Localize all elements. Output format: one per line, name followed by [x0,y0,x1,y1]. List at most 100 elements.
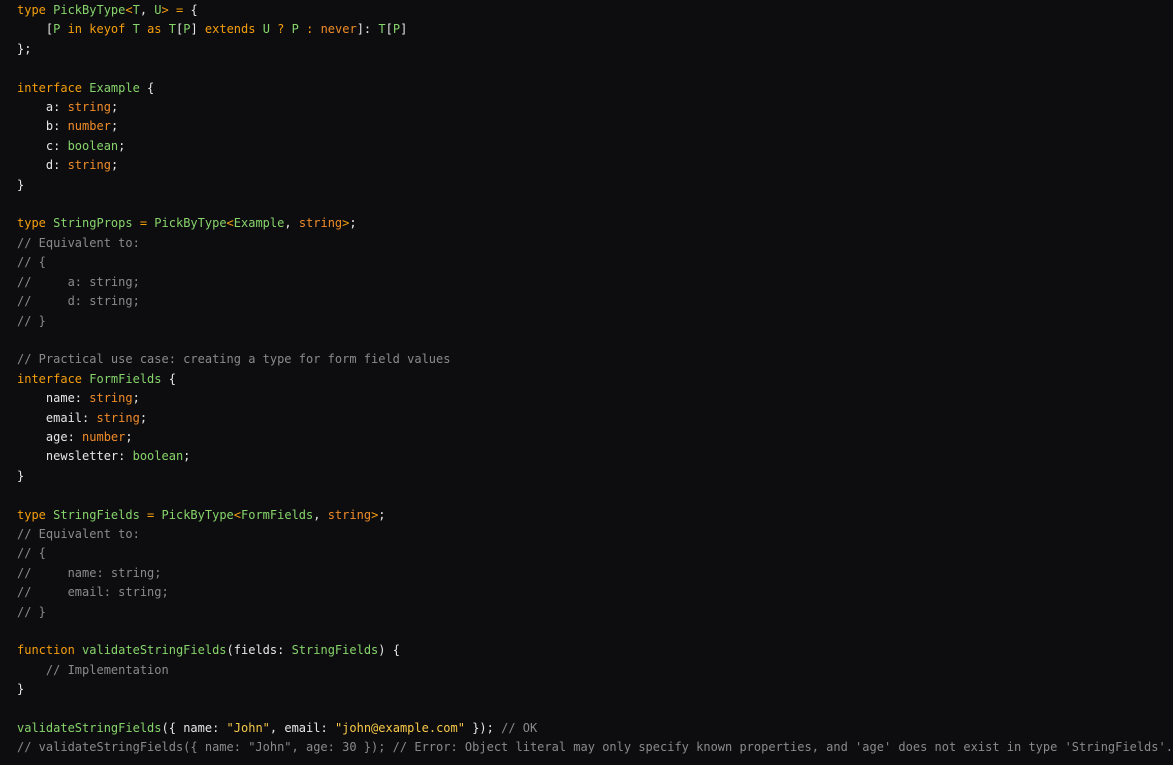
code-token: : [277,643,292,658]
code-token: { [139,80,155,95]
code-token: name: [17,391,90,406]
code-token: // name: string; [17,565,162,580]
code-token: } [17,177,25,192]
code-token: { [190,3,198,17]
code-token: email [284,721,321,736]
code-token: string [67,158,111,173]
code-token: // } [17,604,46,619]
code-token: // { [17,255,46,270]
code-token: U [262,22,270,37]
code-token: as [139,22,169,37]
code-line: type StringFields = PickByType<FormField… [17,506,1173,525]
code-line: // Practical use case: creating a type f… [17,350,1173,369]
code-token: b: [17,119,68,134]
code-token: PickByType [154,216,227,231]
code-line: } [17,176,1173,195]
code-token: never [320,22,357,37]
code-token: type [17,507,54,522]
code-line: } [17,467,1173,486]
code-token: }); [464,721,502,736]
code-line: // { [17,253,1173,272]
code-line: function validateStringFields(fields: St… [17,641,1173,660]
code-token: ; [132,391,140,406]
code-token: string [67,100,111,115]
code-token: // OK [501,721,538,736]
code-token: ; [118,138,126,153]
code-token: // d: string; [17,294,140,309]
code-token: // Equivalent to: [17,235,140,250]
code-token: boolean [132,449,184,464]
code-token: Example [233,216,285,231]
code-token: > = [161,3,191,17]
code-token: name [183,721,213,736]
code-token: U [154,3,162,17]
code-token: ] [190,22,198,37]
code-token: type [17,216,54,231]
code-token: FormFields [89,371,162,386]
code-token: boolean [67,138,119,153]
code-line: // a: string; [17,273,1173,292]
code-token: string [327,507,372,522]
code-token: number [67,119,111,134]
code-token: StringFields [53,507,140,522]
code-line: age: number; [17,428,1173,447]
code-token: , [284,216,299,231]
code-token: : [320,721,335,736]
code-token: // Equivalent to: [17,526,140,541]
code-token: number [82,429,126,444]
code-token: { [161,371,176,386]
code-token: in keyof [60,22,133,37]
code-block: type PickByType<T, U> = { [P in keyof T … [17,1,1173,758]
code-token: : [212,721,227,736]
code-token: interface [17,80,90,95]
code-line: validateStringFields({ name: "John", ema… [17,719,1173,738]
code-token: [ [385,22,393,37]
code-line: }; [17,40,1173,59]
code-token: string [96,410,140,425]
code-line: name: string; [17,389,1173,408]
code-line: // validateStringFields({ name: "John", … [17,738,1173,757]
code-token: interface [17,371,90,386]
code-token: c: [17,138,68,153]
code-token: < [226,216,234,231]
code-token: PickByType [53,3,126,17]
code-token: } [17,468,25,483]
code-line: type PickByType<T, U> = { [17,1,1173,20]
code-line: // Equivalent to: [17,525,1173,544]
code-line: // email: string; [17,583,1173,602]
code-token: string [89,391,133,406]
code-token: StringFields [291,643,379,658]
code-line: type StringProps = PickByType<Example, s… [17,214,1173,233]
code-token: ; [349,216,357,231]
code-token: } [17,682,25,697]
code-token: email: [17,410,97,425]
code-token: < [125,3,133,17]
code-token: string [298,216,343,231]
code-editor[interactable]: type PickByType<T, U> = { [P in keyof T … [0,0,1173,765]
code-token: = [139,507,162,522]
code-token: d: [17,158,68,173]
code-token: , [269,721,285,736]
code-token: // } [17,313,46,328]
code-token: T [168,22,176,37]
code-token: }; [17,41,32,56]
code-token: Example [89,80,140,95]
code-line: interface Example { [17,79,1173,98]
code-token: ; [183,449,191,464]
code-token: a: [17,100,68,115]
code-token: // validateStringFields({ name: "John", … [17,740,1173,755]
code-line: email: string; [17,409,1173,428]
code-token: newsletter: [17,449,133,464]
code-line: interface FormFields { [17,370,1173,389]
code-line: [P in keyof T as T[P] extends U ? P : ne… [17,20,1173,39]
code-token: : [298,22,321,37]
code-line: a: string; [17,98,1173,117]
code-line: // name: string; [17,564,1173,583]
code-token: // a: string; [17,274,140,289]
code-token: "John" [226,721,270,736]
